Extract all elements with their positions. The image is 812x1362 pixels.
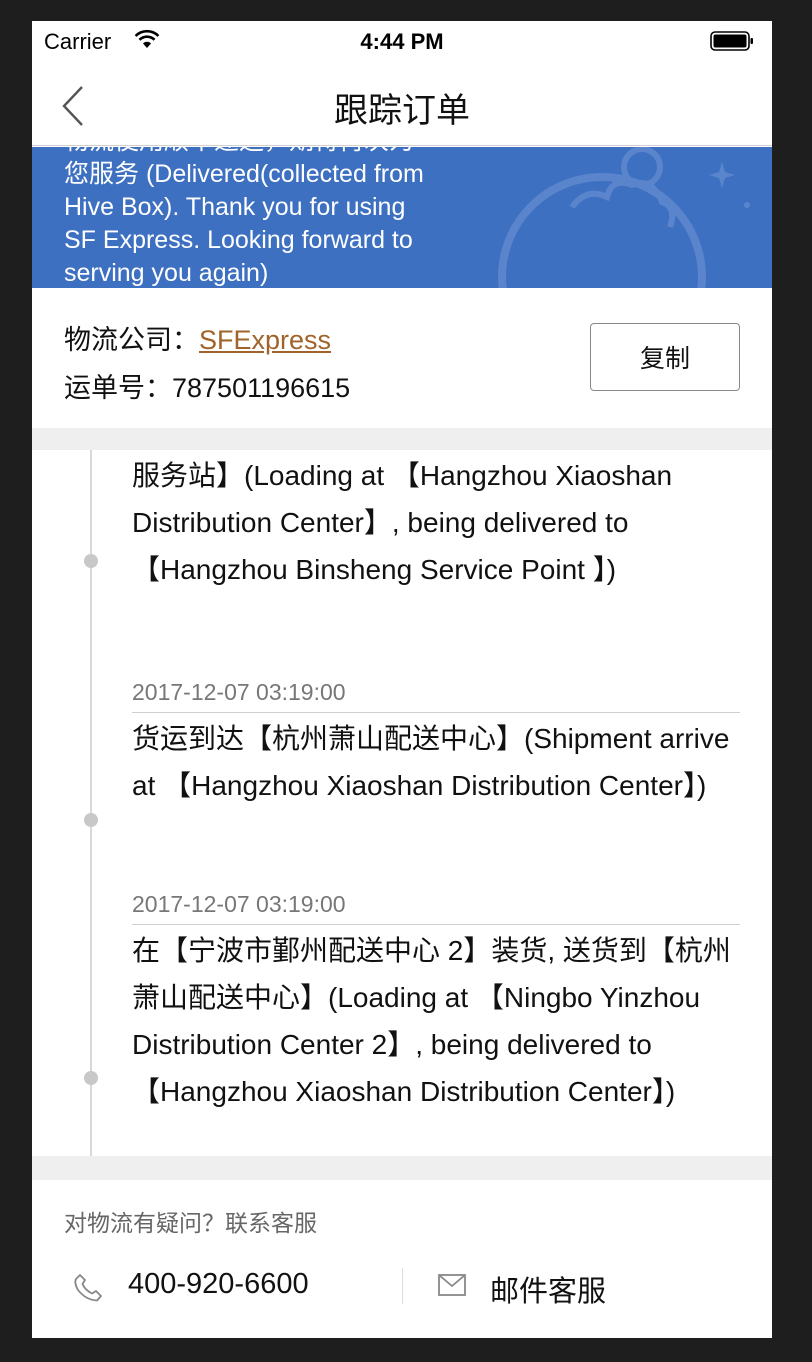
tracking-timeline[interactable]: 在【杭州萧山配送中心】装货, 送货到【杭州滨盛服务站】(Loading at 【… xyxy=(32,450,772,1156)
company-link[interactable]: SFExpress xyxy=(199,325,331,355)
section-divider xyxy=(32,1156,772,1180)
copy-button[interactable]: 复制 xyxy=(590,323,740,391)
phone-icon[interactable] xyxy=(72,1272,104,1304)
logistics-info-panel: 物流公司：SFExpress 运单号：787501196615 复制 xyxy=(32,288,772,428)
nav-bar: 跟踪订单 xyxy=(32,69,772,146)
page-title: 跟踪订单 xyxy=(334,92,470,130)
status-banner: 物流使用顺丰速运，期待再次为您服务 (Delivered(collected f… xyxy=(32,147,772,288)
tracking-row: 运单号：787501196615 xyxy=(64,366,350,405)
status-time: 4:44 PM xyxy=(360,29,444,54)
company-label: 物流公司： xyxy=(64,325,199,355)
status-bar: Carrier 4:44 PM xyxy=(32,21,772,61)
timeline-entry-desc: 在【宁波市鄞州配送中心 2】装货, 送货到【杭州萧山配送中心】(Loading … xyxy=(132,935,731,1107)
phone-screen: Carrier 4:44 PM 跟踪订单 物流使用顺丰速运，期待再次为您服务 (… xyxy=(32,21,772,1338)
banner-status-text: 物流使用顺丰速运，期待再次为您服务 (Delivered(collected f… xyxy=(64,147,424,287)
tracking-number: 787501196615 xyxy=(172,373,351,403)
timeline-entry: 2017-12-07 03:19:00 在【宁波市鄞州配送中心 2】装货, 送货… xyxy=(132,891,740,1115)
support-phone-number[interactable]: 400-920-6600 xyxy=(128,1268,309,1301)
map-pin-globe-icon xyxy=(498,147,750,288)
timeline-dot xyxy=(84,1071,98,1085)
footer-divider xyxy=(402,1268,403,1304)
timeline-entry-date: 2017-12-07 03:19:00 xyxy=(132,679,740,713)
mail-icon[interactable] xyxy=(438,1274,466,1296)
support-footer: 对物流有疑问？联系客服 400-920-6600 邮件客服 xyxy=(32,1180,772,1338)
email-support-button[interactable]: 邮件客服 xyxy=(490,1268,606,1310)
battery-icon xyxy=(710,31,753,51)
tracking-label: 运单号： xyxy=(64,373,172,403)
section-divider xyxy=(32,428,772,450)
timeline-entry-desc: 货运到达【杭州萧山配送中心】(Shipment arrive at 【Hangz… xyxy=(132,723,730,801)
timeline-dot xyxy=(84,813,98,827)
support-question: 对物流有疑问？联系客服 xyxy=(64,1210,317,1236)
timeline-dot xyxy=(84,554,98,568)
timeline-entry-date: 2017-12-07 03:19:00 xyxy=(132,891,740,925)
timeline-entry-desc: 在【杭州萧山配送中心】装货, 送货到【杭州滨盛服务站】(Loading at 【… xyxy=(132,460,673,585)
company-row: 物流公司：SFExpress xyxy=(64,318,331,357)
timeline-entry: 在【杭州萧山配送中心】装货, 送货到【杭州滨盛服务站】(Loading at 【… xyxy=(132,450,740,593)
timeline-entry: 2017-12-07 03:19:00 货运到达【杭州萧山配送中心】(Shipm… xyxy=(132,679,740,809)
